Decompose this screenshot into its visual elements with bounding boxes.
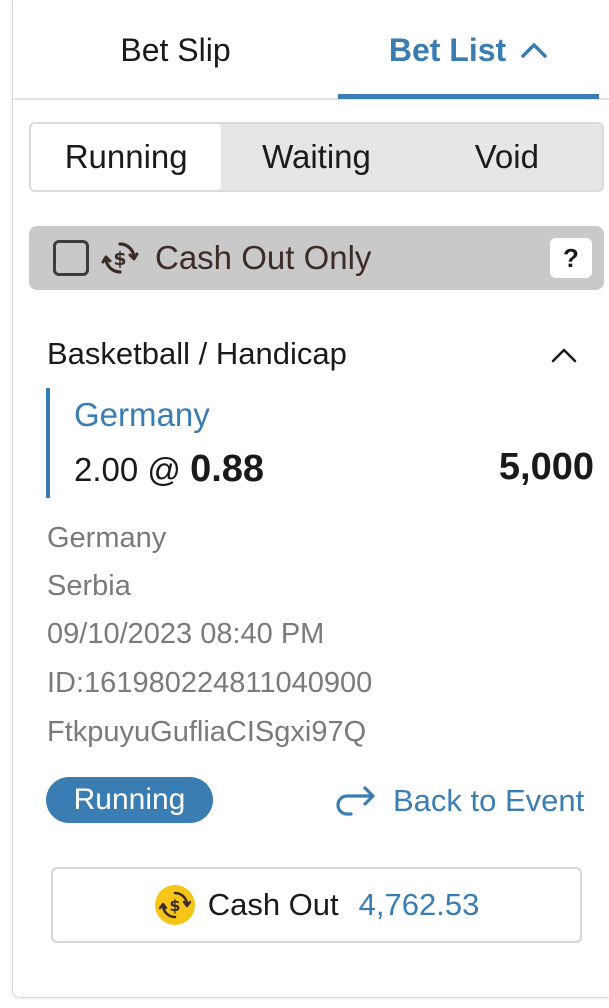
back-to-event-label: Back to Event <box>393 783 585 818</box>
collapse-bet-button[interactable] <box>549 340 579 370</box>
event-datetime: 09/10/2023 08:40 PM <box>47 618 325 650</box>
cash-out-button[interactable]: $ Cash Out 4,762.53 <box>51 867 582 943</box>
bet-code: FtkpuyuGufliaCISgxi97Q <box>47 716 367 748</box>
cash-out-icon: $ <box>101 239 139 277</box>
tab-bet-slip-label: Bet Slip <box>120 31 231 68</box>
tab-bet-list[interactable]: Bet List <box>338 0 599 100</box>
bet-id: ID:161980224811040900 <box>47 667 373 699</box>
back-to-event-link[interactable]: Back to Event <box>335 778 584 824</box>
at-sign: @ <box>147 451 181 488</box>
bet-selection: Germany 2.00 @ 0.88 5,000 <box>46 388 594 498</box>
cash-out-label: Cash Out <box>207 887 339 922</box>
selection-line: 2.00 @ 0.88 <box>74 448 264 491</box>
bet-status-filter: Running Waiting Void <box>29 122 604 192</box>
handicap-value: 2.00 <box>74 451 139 488</box>
cash-out-only-bar: $ Cash Out Only ? <box>29 226 604 290</box>
selection-team: Germany <box>74 396 210 433</box>
cash-out-amount: 4,762.53 <box>358 887 480 922</box>
stake-value: 5,000 <box>498 446 594 488</box>
tab-bet-slip[interactable]: Bet Slip <box>13 0 338 100</box>
filter-waiting-label: Waiting <box>262 138 371 175</box>
filter-void[interactable]: Void <box>412 124 602 190</box>
away-team: Serbia <box>47 570 131 602</box>
svg-text:$: $ <box>113 248 126 270</box>
bet-panel: Bet Slip Bet List Running Waiting Void $… <box>12 0 609 998</box>
chevron-up-icon <box>551 348 577 363</box>
cash-out-only-checkbox[interactable] <box>53 240 89 276</box>
filter-void-label: Void <box>474 138 539 175</box>
help-icon[interactable]: ? <box>550 238 592 278</box>
coin-icon: $ <box>154 884 196 926</box>
filter-running[interactable]: Running <box>31 124 222 190</box>
odds-value: 0.88 <box>190 448 265 490</box>
sport-market: Basketball / Handicap <box>47 336 347 371</box>
top-tabs: Bet Slip Bet List <box>13 0 609 100</box>
filter-waiting[interactable]: Waiting <box>221 124 411 190</box>
back-arrow-icon <box>335 784 379 818</box>
status-badge: Running <box>46 777 213 823</box>
tab-bet-list-label: Bet List <box>388 31 507 68</box>
cash-out-only-label: Cash Out Only <box>155 239 372 276</box>
svg-text:$: $ <box>169 896 180 915</box>
active-tab-indicator <box>338 94 599 99</box>
home-team: Germany <box>47 522 167 554</box>
chevron-up-icon <box>520 41 548 59</box>
filter-running-label: Running <box>64 138 188 175</box>
